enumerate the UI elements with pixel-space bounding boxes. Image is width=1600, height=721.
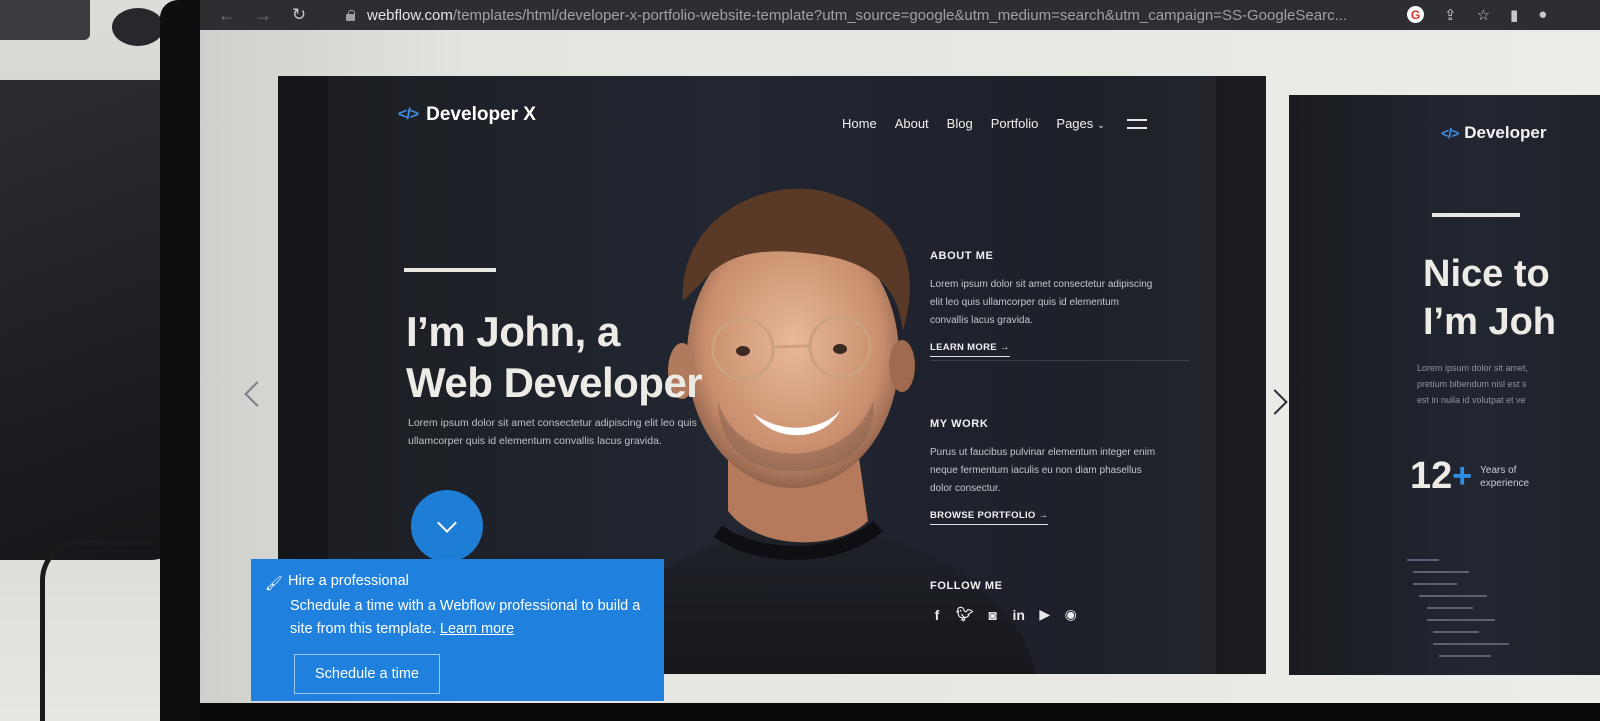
about-title: ABOUT ME (930, 250, 994, 262)
facebook-icon[interactable]: f (930, 607, 944, 623)
slide2-title-line1: Nice to (1423, 253, 1550, 295)
slide2-logo: </> Developer (1441, 123, 1546, 143)
profile-icon[interactable]: ● (1538, 6, 1547, 24)
address-bar[interactable]: webflow.com/templates/html/developer-x-p… (367, 7, 1387, 24)
browser-toolbar: ← → ↻ webflow.com/templates/html/develop… (200, 0, 1600, 30)
nav-blog[interactable]: Blog (947, 116, 973, 131)
experience-stat: 12 + Years of experience (1410, 455, 1529, 498)
work-section: MY WORK Purus ut faucibus pulvinar eleme… (930, 418, 1160, 525)
chevron-down-icon: ⌄ (1097, 120, 1105, 130)
nav-pages-label: Pages (1056, 116, 1094, 131)
nav-pages[interactable]: Pages ⌄ (1056, 116, 1104, 131)
monitor-bezel-bottom (200, 703, 1600, 721)
learn-more-link[interactable]: LEARN MORE → (930, 342, 1010, 357)
about-section: ABOUT ME Lorem ipsum dolor sit amet cons… (930, 250, 1160, 357)
url-host: webflow.com (367, 6, 453, 24)
slide2-title-line2: I’m Joh (1423, 301, 1557, 343)
linkedin-icon[interactable]: in (1012, 607, 1026, 623)
nav-about[interactable]: About (895, 116, 929, 131)
social-links: f 🐦︎ ◙ in ▶ ◉ (930, 606, 1160, 623)
nav-home[interactable]: Home (842, 116, 877, 131)
forward-icon[interactable]: → (250, 5, 276, 26)
schedule-time-button[interactable]: Schedule a time (294, 654, 440, 694)
work-body: Purus ut faucibus pulvinar elementum int… (930, 447, 1156, 494)
scroll-down-button[interactable] (411, 490, 483, 562)
instagram-icon[interactable]: ◙ (986, 607, 1000, 623)
slide2-body: Lorem ipsum dolor sit amet, pretium bibe… (1417, 360, 1528, 408)
hero-title-line1: I’m John, a (406, 308, 620, 355)
hero-title: I’m John, a Web Developer (406, 306, 786, 408)
slide2-logo-text: Developer (1464, 123, 1547, 142)
slide2-body-line1: Lorem ipsum dolor sit amet, (1417, 363, 1529, 373)
youtube-icon[interactable]: ▶ (1038, 606, 1052, 623)
twitter-icon[interactable]: 🐦︎ (956, 606, 974, 623)
stat-number: 12 (1410, 455, 1453, 497)
hire-title: Hire a professional (288, 573, 409, 589)
back-icon[interactable]: ← (214, 5, 240, 26)
site-logo-text: Developer X (426, 104, 536, 125)
learn-more-link[interactable]: Learn more (440, 621, 514, 637)
slide2-accent-bar (1432, 213, 1520, 217)
hire-text: Schedule a time with a Webflow professio… (290, 595, 650, 641)
about-body: Lorem ipsum dolor sit amet consectetur a… (930, 279, 1153, 326)
code-icon: </> (398, 106, 419, 123)
slide-edge-right (1216, 76, 1266, 674)
browser-tools: G ⇪ ☆ ▮ ● (1407, 6, 1547, 24)
follow-title: FOLLOW ME (930, 580, 1003, 592)
hero-description: Lorem ipsum dolor sit amet consectetur a… (408, 417, 697, 447)
hero-accent-bar (404, 268, 496, 272)
work-title: MY WORK (930, 418, 989, 430)
nav-portfolio[interactable]: Portfolio (991, 116, 1039, 131)
lock-icon[interactable] (346, 9, 355, 21)
stat-plus: + (1452, 457, 1473, 495)
github-icon[interactable]: ◉ (1064, 606, 1078, 623)
site-logo[interactable]: </> Developer X (398, 104, 536, 126)
section-divider (930, 360, 1190, 361)
slide2-body-line3: est in nulla id volutpat et ve (1417, 395, 1526, 405)
stat-label-line2: experience (1480, 477, 1530, 489)
stat-label: Years of experience (1480, 464, 1529, 490)
bookmark-star-icon[interactable]: ☆ (1477, 6, 1490, 24)
follow-section: FOLLOW ME f 🐦︎ ◙ in ▶ ◉ (930, 580, 1160, 623)
code-screenshot-image (1407, 559, 1509, 657)
menu-icon[interactable] (1126, 118, 1147, 129)
browse-portfolio-link[interactable]: BROWSE PORTFOLIO → (930, 510, 1049, 525)
stat-label-line1: Years of (1480, 464, 1517, 476)
hero-title-line2: Web Developer (406, 359, 703, 406)
background-mouse (112, 8, 164, 46)
sidebar-icon[interactable]: ▮ (1510, 6, 1518, 24)
template-preview-slide-next[interactable]: </> Developer Nice to I’m Joh Lorem ipsu… (1289, 95, 1600, 675)
hire-professional-panel: 🖌︎ Hire a professional Schedule a time w… (251, 559, 664, 701)
background-laptop (0, 0, 90, 40)
code-icon: </> (1441, 125, 1459, 141)
background-cable (40, 540, 150, 721)
paintbrush-icon: 🖌︎ (265, 575, 283, 591)
site-nav: Home About Blog Portfolio Pages ⌄ (842, 116, 1147, 131)
slide2-body-line2: pretium bibendum nisl est s (1417, 379, 1527, 389)
chevron-down-icon (437, 513, 457, 533)
google-icon[interactable]: G (1407, 6, 1424, 23)
url-path: /templates/html/developer-x-portfolio-we… (452, 6, 1348, 24)
share-icon[interactable]: ⇪ (1444, 6, 1457, 24)
slide2-title: Nice to I’m Joh (1423, 250, 1556, 346)
reload-icon[interactable]: ↻ (286, 5, 312, 25)
